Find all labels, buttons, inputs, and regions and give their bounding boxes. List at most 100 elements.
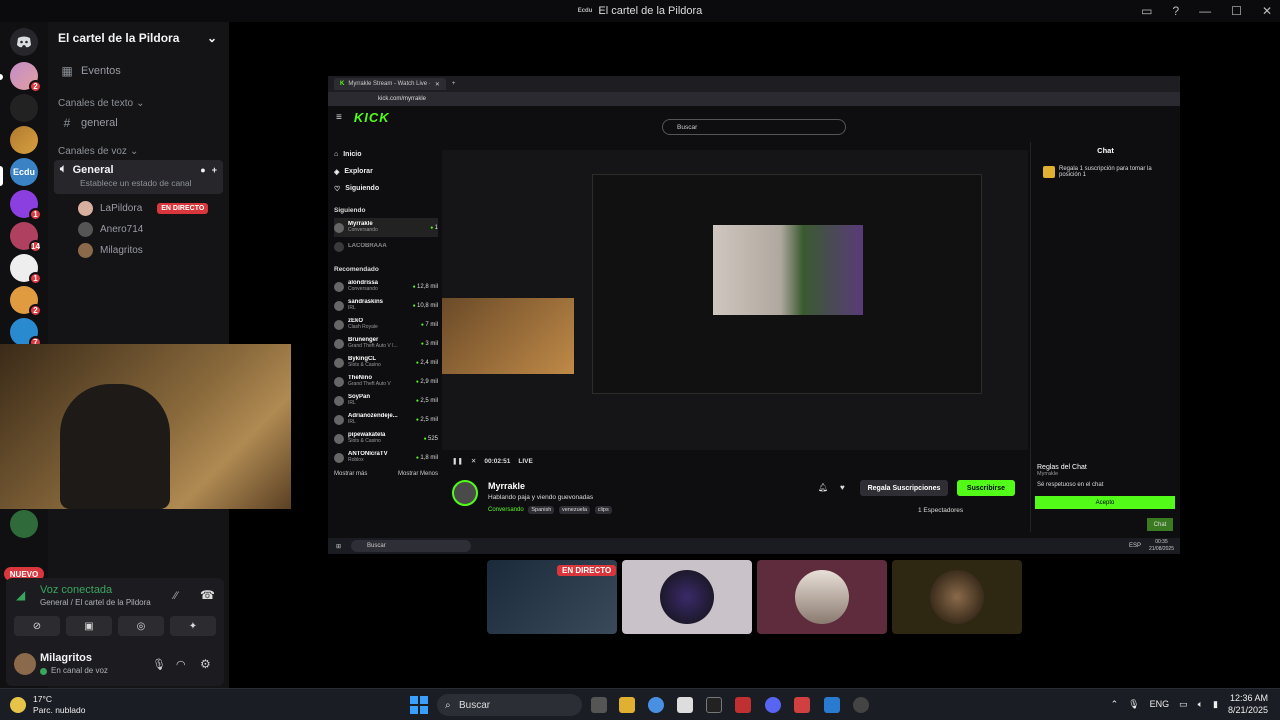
- chat-icon[interactable]: ●: [200, 165, 205, 175]
- nav-inicio[interactable]: ⌂ Inicio: [334, 146, 438, 163]
- app-icon[interactable]: [853, 697, 869, 713]
- nav-siguiendo[interactable]: ♡ Siguiendo: [334, 180, 438, 197]
- task-view-icon[interactable]: [591, 697, 607, 713]
- inbox-icon[interactable]: ▭: [1141, 4, 1152, 18]
- chevron-up-icon[interactable]: ⌃: [1111, 699, 1119, 710]
- network-icon[interactable]: ▭: [1179, 699, 1188, 710]
- events-item[interactable]: ▦ Eventos: [48, 60, 229, 82]
- volume-icon[interactable]: 🔈︎: [1198, 699, 1203, 710]
- guild-header[interactable]: El cartel de la Pildora ⌄: [48, 22, 229, 54]
- vscode-icon[interactable]: [824, 697, 840, 713]
- bell-icon[interactable]: 🔔︎: [818, 483, 828, 492]
- app-icon[interactable]: [735, 697, 751, 713]
- user-name[interactable]: Milagritos: [40, 652, 92, 664]
- signal-icon[interactable]: ◢: [16, 588, 25, 602]
- following-item[interactable]: LACOBRAAA: [334, 237, 438, 256]
- recommended-item[interactable]: zEkOClash Royale7 mil: [334, 315, 438, 334]
- tag[interactable]: venezuela: [558, 506, 591, 514]
- app-icon[interactable]: [794, 697, 810, 713]
- recommended-item[interactable]: pipewakatelaSlots & Casino525: [334, 429, 438, 448]
- kick-search-input[interactable]: Buscar: [662, 119, 846, 135]
- chrome-icon[interactable]: [648, 697, 664, 713]
- participant-tile[interactable]: [757, 560, 887, 634]
- recommended-item[interactable]: alondrissaConversando12,8 mil: [334, 277, 438, 296]
- subscribe-button[interactable]: Suscribirse: [957, 480, 1015, 496]
- help-icon[interactable]: ?: [1172, 4, 1179, 18]
- clock[interactable]: 12:36 AM 8/21/2025: [1228, 692, 1268, 716]
- server-icon[interactable]: 14: [10, 222, 42, 253]
- menu-icon[interactable]: ≡: [336, 112, 342, 123]
- user-avatar[interactable]: [14, 653, 36, 675]
- twitch-server-icon[interactable]: 1: [10, 190, 42, 221]
- following-item[interactable]: MyrrakleConversando 1: [334, 218, 438, 237]
- recommended-item[interactable]: sandraskinsIRL 10,8 mil: [334, 296, 438, 315]
- noise-suppression-icon[interactable]: ⁄⁄: [174, 590, 178, 602]
- app-icon[interactable]: [677, 697, 693, 713]
- volume-mute-icon[interactable]: ✕: [471, 457, 476, 465]
- accept-rules-button[interactable]: Acepto: [1035, 496, 1175, 509]
- recommended-item[interactable]: BrunengerGrand Theft Auto V I...3 mil: [334, 334, 438, 353]
- stream-category[interactable]: Conversando: [488, 507, 524, 513]
- camera-button[interactable]: ⊘: [14, 616, 60, 636]
- participant-tile-anero714[interactable]: [622, 560, 752, 634]
- gift-subs-button[interactable]: Regala Suscripciones: [860, 480, 948, 496]
- input-language[interactable]: ENG: [1150, 699, 1170, 709]
- show-less-link[interactable]: Mostrar Menos: [398, 471, 438, 477]
- text-category[interactable]: Canales de texto ⌄: [48, 94, 229, 112]
- kick-logo[interactable]: KICK: [354, 110, 390, 125]
- server-icon-ecdu[interactable]: Ecdu: [10, 158, 38, 186]
- server-icon[interactable]: [10, 126, 38, 154]
- recommended-item[interactable]: ANTONIcraTVRoblox1,8 mil: [334, 448, 438, 467]
- nav-explorar[interactable]: ◈ Explorar: [334, 163, 438, 180]
- add-user-icon[interactable]: +: [212, 165, 217, 175]
- settings-gear-icon[interactable]: ⚙: [200, 657, 211, 671]
- soundboard-button[interactable]: ✦: [170, 616, 216, 636]
- pause-icon[interactable]: ❚❚: [452, 457, 463, 465]
- recommended-item[interactable]: Adrianozendeje...IRL 2,5 mil: [334, 410, 438, 429]
- server-icon[interactable]: [10, 94, 38, 122]
- server-icon[interactable]: 7: [10, 318, 42, 349]
- address-bar[interactable]: kick.com/myrrakle: [328, 92, 1180, 106]
- channel-status-placeholder[interactable]: Establece un estado de canal: [80, 178, 217, 188]
- minimize-button[interactable]: —: [1199, 4, 1211, 18]
- headphones-icon[interactable]: ◠: [176, 658, 186, 671]
- battery-icon[interactable]: ▮: [1213, 699, 1218, 710]
- participant-tile-lapildora[interactable]: EN DIRECTO: [487, 560, 617, 634]
- voice-user[interactable]: LaPildora EN DIRECTO: [48, 198, 229, 219]
- weather-widget[interactable]: 17°C Parc. nublado: [10, 694, 85, 716]
- voice-channel-path[interactable]: General / El cartel de la Pildora: [40, 598, 151, 607]
- heart-icon[interactable]: ♥: [840, 483, 845, 492]
- voice-user[interactable]: Milagritos: [48, 240, 229, 261]
- participant-tile-milagritos[interactable]: [892, 560, 1022, 634]
- channel-general[interactable]: # general: [48, 112, 229, 134]
- chat-send-button[interactable]: Chat: [1147, 518, 1173, 531]
- server-icon[interactable]: 1: [10, 254, 42, 285]
- server-icon[interactable]: 2: [10, 286, 42, 317]
- disconnect-icon[interactable]: ☎: [200, 588, 215, 602]
- voice-user[interactable]: Anero714: [48, 219, 229, 240]
- gift-promo[interactable]: Regala 1 suscripción para tomar la posic…: [1039, 166, 1172, 178]
- recommended-item[interactable]: BykingCLSlots & Casino2,4 mil: [334, 353, 438, 372]
- voice-category[interactable]: Canales de voz ⌄: [48, 142, 229, 160]
- taskbar-search[interactable]: ⌕ Buscar: [437, 694, 582, 716]
- maximize-button[interactable]: ☐: [1231, 4, 1242, 18]
- new-tab-icon[interactable]: +: [452, 81, 456, 87]
- voice-status[interactable]: Voz conectada: [40, 584, 112, 596]
- streamer-name[interactable]: Myrrakle: [488, 481, 525, 491]
- recommended-item[interactable]: SoyPanIRL 2,5 mil: [334, 391, 438, 410]
- browser-tab[interactable]: K Myrrakle Stream - Watch Live · ✕: [334, 78, 446, 90]
- stream-video[interactable]: [442, 150, 1028, 450]
- app-icon[interactable]: [706, 697, 722, 713]
- file-explorer-icon[interactable]: [619, 697, 635, 713]
- streamer-avatar[interactable]: [452, 480, 478, 506]
- voice-channel-general[interactable]: 🔈︎ General ● + Establece un estado de ca…: [54, 160, 223, 194]
- close-tab-icon[interactable]: ✕: [435, 81, 440, 88]
- show-more-link[interactable]: Mostrar más: [334, 471, 367, 477]
- screen-share-button[interactable]: ▣: [66, 616, 112, 636]
- microphone-icon[interactable]: 🎙︎: [152, 658, 166, 671]
- discord-home-icon[interactable]: [10, 28, 38, 56]
- server-icon[interactable]: [10, 510, 38, 538]
- start-button[interactable]: [410, 696, 428, 714]
- activities-button[interactable]: ◎: [118, 616, 164, 636]
- close-button[interactable]: ✕: [1262, 4, 1272, 18]
